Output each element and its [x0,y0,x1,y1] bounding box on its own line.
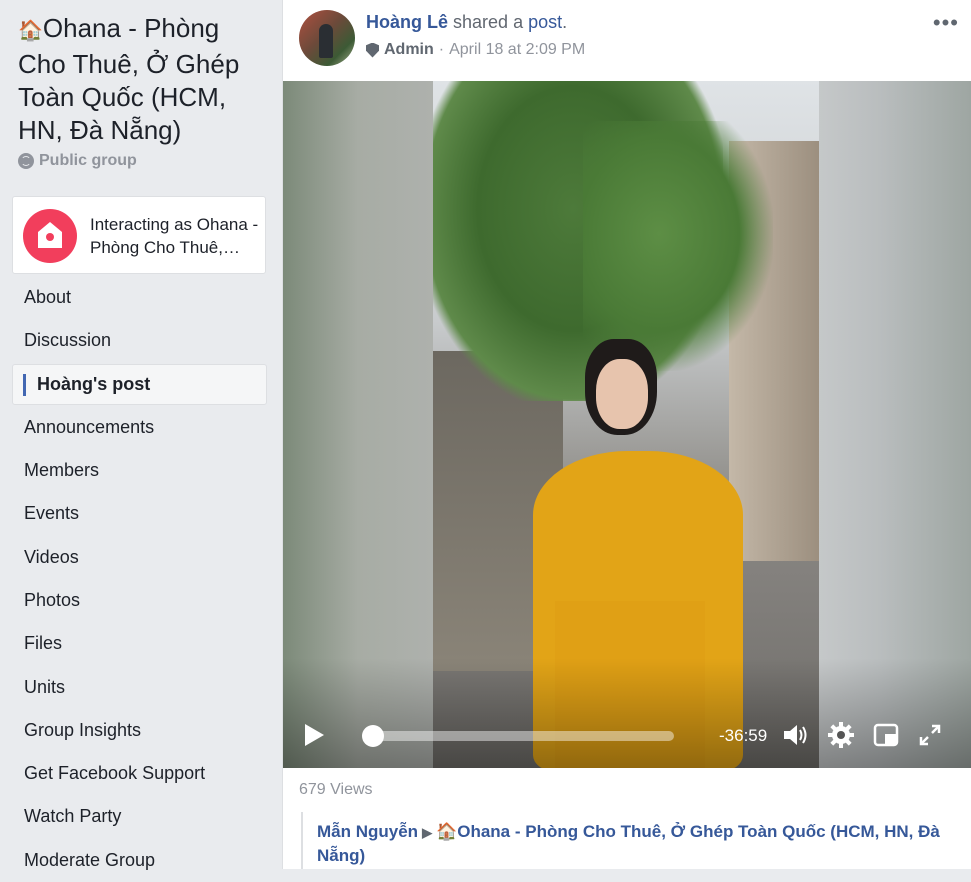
house-icon: 🏠 [436,822,458,841]
home-pin-icon [38,222,62,248]
nav-files[interactable]: Files [12,622,267,665]
volume-icon[interactable] [781,720,811,750]
time-remaining: -36:59 [719,726,768,745]
admin-shield-icon [366,42,379,58]
post-link[interactable]: post [528,12,562,32]
house-icon: 🏠 [18,20,43,42]
right-triangle-icon: ▶ [422,825,433,840]
gear-icon[interactable] [826,720,856,750]
progress-knob[interactable] [362,725,384,747]
shared-from-line: Mẫn Nguyễn ▶ 🏠Ohana - Phòng Cho Thuê, Ở Gh… [317,812,961,867]
group-privacy: Public group [18,152,137,170]
post-timestamp[interactable]: April 18 at 2:09 PM [449,41,585,59]
view-count: 679 Views [299,781,373,798]
group-name[interactable]: 🏠Ohana - Phòng Cho Thuê, Ở Ghép Toàn Quố… [18,12,268,147]
shared-post-quote: Mẫn Nguyễn ▶ 🏠Ohana - Phòng Cho Thuê, Ở Gh… [301,812,961,869]
nav-watch-party[interactable]: Watch Party [12,795,267,838]
post-meta: Admin · April 18 at 2:09 PM [366,41,585,59]
video-player[interactable]: -36:59 [283,81,971,768]
nav-about[interactable]: About [12,276,267,319]
scene-person-face [596,359,648,429]
picture-in-picture-icon[interactable] [871,720,901,750]
period: . [562,12,568,32]
page-avatar [23,209,77,263]
nav-videos[interactable]: Videos [12,535,267,578]
nav-events[interactable]: Events [12,492,267,535]
nav-discussion[interactable]: Discussion [12,319,267,362]
author-role: Admin [384,41,434,58]
video-controls: -36:59 [283,704,971,768]
interacting-as-card[interactable]: Interacting as Ohana - Phòng Cho Thuê,… [12,196,266,274]
interacting-as-label[interactable]: Interacting as Ohana - Phòng Cho Thuê,… [90,213,262,259]
more-options-icon[interactable]: ••• [933,10,959,36]
post-card: Hoàng Lê shared a post. Admin · April 18… [282,0,971,869]
post-header: Hoàng Lê shared a post. [366,12,567,33]
avatar-figure [319,24,333,58]
share-action: shared a [453,12,524,32]
nav-moderate-group[interactable]: Moderate Group [12,839,267,882]
globe-icon [18,153,34,169]
nav-members[interactable]: Members [12,449,267,492]
nav-announcements[interactable]: Announcements [12,406,267,449]
play-icon[interactable] [305,724,324,746]
video-progress-bar[interactable] [362,725,674,747]
group-name-text[interactable]: Ohana - Phòng Cho Thuê, Ở Ghép Toàn Quốc… [18,13,239,145]
nav-photos[interactable]: Photos [12,579,267,622]
group-nav: About Discussion Hoàng's post Announceme… [12,276,267,882]
scene-tree-2 [583,121,773,371]
group-sidebar: 🏠Ohana - Phòng Cho Thuê, Ở Ghép Toàn Quố… [0,0,282,870]
author-avatar[interactable] [299,10,355,66]
privacy-label: Public group [39,152,137,169]
original-author[interactable]: Mẫn Nguyễn [317,822,418,841]
author-name[interactable]: Hoàng Lê [366,12,448,32]
meta-separator: · [438,41,445,58]
nav-group-insights[interactable]: Group Insights [12,709,267,752]
nav-hoangs-post[interactable]: Hoàng's post [12,363,267,405]
fullscreen-icon[interactable] [915,720,945,750]
nav-get-facebook-support[interactable]: Get Facebook Support [12,752,267,795]
nav-units[interactable]: Units [12,665,267,708]
